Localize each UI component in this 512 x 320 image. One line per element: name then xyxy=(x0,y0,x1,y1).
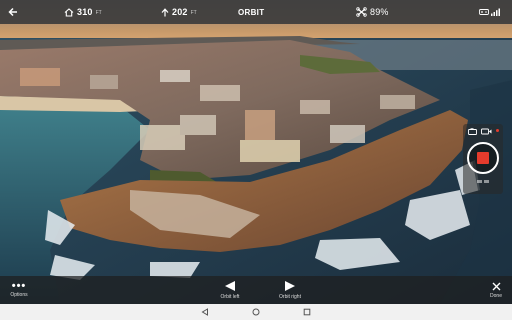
nav-home-icon xyxy=(252,308,260,316)
nav-back-icon xyxy=(201,308,208,316)
orbit-left-label: Orbit left xyxy=(220,294,240,300)
capture-settings-handle[interactable] xyxy=(477,180,489,186)
orbit-right-label: Orbit right xyxy=(279,294,301,300)
distance-unit: FT xyxy=(95,10,102,16)
controller-icon xyxy=(479,9,489,15)
camera-panel xyxy=(463,124,503,194)
camera-icon[interactable] xyxy=(468,128,477,135)
nav-back-button[interactable] xyxy=(200,307,210,317)
status-bar: 310 FT 202 FT ORBIT 89% xyxy=(0,0,512,24)
altitude-unit: FT xyxy=(190,10,197,16)
video-icon[interactable] xyxy=(481,128,492,135)
orbit-right-button[interactable]: Orbit right xyxy=(270,276,310,304)
nav-home-button[interactable] xyxy=(251,307,261,317)
orbit-left-button[interactable]: Orbit left xyxy=(210,276,250,304)
stop-record-icon xyxy=(477,152,489,164)
drone-icon xyxy=(356,7,367,17)
more-dots-icon: ••• xyxy=(11,280,27,292)
options-button[interactable]: ••• Options xyxy=(6,276,32,304)
nav-recents-button[interactable] xyxy=(302,307,312,317)
battery-value: 89% xyxy=(370,7,389,17)
flight-mode: ORBIT xyxy=(238,7,265,17)
signal-bars-icon xyxy=(491,8,500,16)
play-left-icon xyxy=(225,281,235,291)
battery-readout: 89% xyxy=(356,0,389,24)
distance-readout: 310 FT xyxy=(64,0,102,24)
distance-value: 310 xyxy=(77,7,93,17)
play-right-icon xyxy=(285,281,295,291)
altitude-readout: 202 FT xyxy=(161,0,197,24)
system-nav-bar xyxy=(0,304,512,320)
camera-mode-switch[interactable] xyxy=(468,128,499,135)
up-arrow-icon xyxy=(161,7,169,16)
record-button[interactable] xyxy=(467,142,499,174)
camera-feed xyxy=(0,0,512,304)
options-label: Options xyxy=(10,292,28,298)
flight-controls: ••• Options Orbit left Orbit right Done xyxy=(0,276,512,304)
altitude-value: 202 xyxy=(172,7,188,17)
done-label: Done xyxy=(490,292,502,299)
nav-recents-icon xyxy=(303,308,311,316)
recording-dot xyxy=(496,128,499,132)
home-icon xyxy=(64,7,74,17)
back-button[interactable] xyxy=(6,4,20,20)
close-icon xyxy=(492,282,500,290)
back-arrow-icon xyxy=(8,7,17,17)
done-button[interactable]: Done xyxy=(484,276,508,304)
connection-indicators xyxy=(479,0,500,24)
